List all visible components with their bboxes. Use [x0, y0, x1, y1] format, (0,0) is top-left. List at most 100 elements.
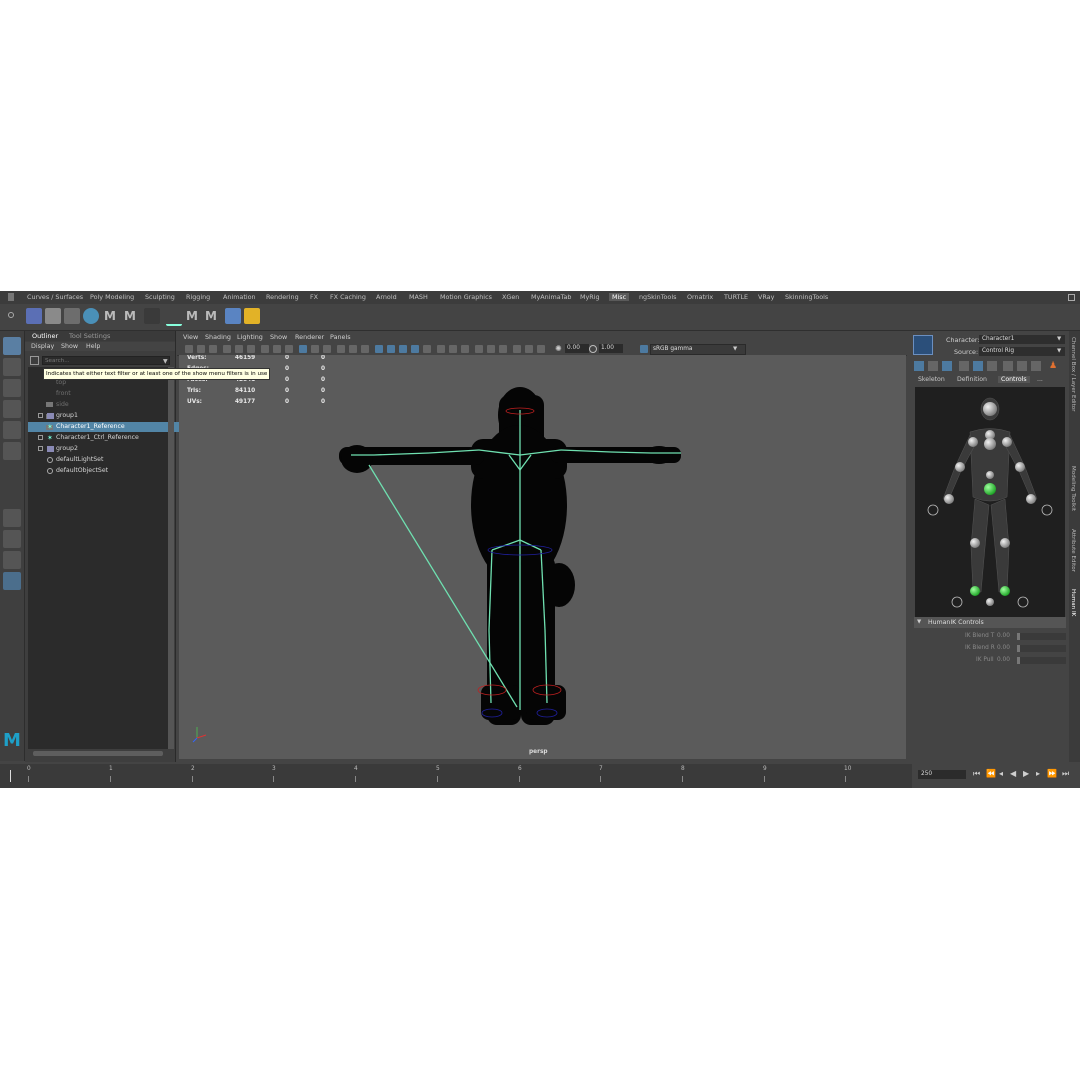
resolution-gate-icon[interactable] — [285, 345, 293, 353]
stereo-icon[interactable] — [487, 345, 495, 353]
lock-tool-icon[interactable] — [244, 308, 260, 324]
mirror-icon[interactable] — [1031, 361, 1041, 371]
shelf-tab-myanimatab[interactable]: MyAnimaTab — [531, 293, 571, 301]
ik-pull-value[interactable]: 0.00 — [997, 657, 1010, 663]
film-gate-icon[interactable] — [273, 345, 281, 353]
shelf-tab-fx-caching[interactable]: FX Caching — [330, 293, 366, 301]
mel-script-icon[interactable]: M — [104, 308, 120, 324]
shelf-tab-arnold[interactable]: Arnold — [376, 293, 397, 301]
select-tool-icon[interactable] — [3, 337, 21, 355]
character-select[interactable]: Character1 — [979, 335, 1065, 344]
shelf-gear-icon[interactable] — [8, 312, 14, 318]
expand-icon[interactable] — [38, 446, 43, 451]
ambient-occlusion-icon[interactable] — [411, 345, 419, 353]
gray-box-icon[interactable] — [45, 308, 61, 324]
textured-icon[interactable] — [375, 345, 383, 353]
select-camera-icon[interactable] — [475, 345, 483, 353]
outliner-layout-icon[interactable] — [3, 572, 21, 590]
single-layout-icon[interactable] — [3, 509, 21, 527]
gamma-field[interactable]: 1.00 — [599, 344, 623, 353]
two-d-pan-icon[interactable] — [235, 345, 243, 353]
four-view-layout-icon[interactable] — [3, 530, 21, 548]
menu-display[interactable]: Display — [31, 343, 54, 350]
shelf-settings-icon[interactable] — [1068, 294, 1075, 301]
shelf-tab-motion-graphics[interactable]: Motion Graphics — [440, 293, 492, 301]
lasso-tool-icon[interactable] — [3, 358, 21, 376]
side-tab-channel-box[interactable]: Channel Box / Layer Editor — [1070, 337, 1076, 412]
tab-more[interactable]: ... — [1037, 376, 1043, 383]
expand-icon[interactable] — [38, 435, 43, 440]
step-back-frame-icon[interactable]: ◂ — [999, 769, 1003, 778]
xray-joints-icon[interactable] — [349, 345, 357, 353]
shelf-tab-fx[interactable]: FX — [310, 293, 318, 301]
frame-all-icon[interactable] — [513, 345, 521, 353]
chevron-down-icon[interactable]: ▼ — [1057, 336, 1061, 342]
rotate-tool-icon[interactable] — [3, 421, 21, 439]
shelf-tab-ornatrix[interactable]: Ornatrix — [687, 293, 713, 301]
frame-selected-icon[interactable] — [525, 345, 533, 353]
shelf-tab-misc[interactable]: Misc — [609, 293, 630, 301]
menu-help[interactable]: Help — [86, 343, 100, 350]
chevron-down-icon[interactable]: ▼ — [733, 346, 737, 352]
menu-show[interactable]: Show — [270, 333, 287, 341]
menu-view[interactable]: View — [183, 333, 198, 341]
ik-pull-slider[interactable] — [1017, 657, 1066, 664]
smooth-shade-icon[interactable] — [311, 345, 319, 353]
shelf-tab-skinningtools[interactable]: SkinningTools — [785, 293, 828, 301]
pin-rotation-icon[interactable] — [1003, 361, 1013, 371]
pin-translation-icon[interactable] — [1017, 361, 1027, 371]
character-model[interactable] — [179, 355, 906, 759]
ik-blend-r-value[interactable]: 0.00 — [997, 645, 1010, 651]
step-forward-frame-icon[interactable]: ▸ — [1036, 769, 1040, 778]
ik-blend-t-slider[interactable] — [1017, 633, 1066, 640]
humanik-figure-view[interactable] — [915, 387, 1065, 617]
chevron-down-icon[interactable]: ▼ — [1057, 348, 1061, 354]
view-transform-select[interactable]: sRGB gamma — [650, 344, 746, 355]
shelf-tab-myrig[interactable]: MyRig — [580, 293, 600, 301]
body-part-icon[interactable] — [959, 361, 969, 371]
step-back-key-icon[interactable]: ⏪ — [986, 769, 996, 778]
menu-show[interactable]: Show — [61, 343, 78, 350]
menu-renderer[interactable]: Renderer — [295, 333, 324, 341]
shelf-tab-rendering[interactable]: Rendering — [266, 293, 299, 301]
wireframe-icon[interactable] — [299, 345, 307, 353]
isolate-select-icon[interactable] — [499, 345, 507, 353]
tab-outliner[interactable]: Outliner — [32, 332, 58, 340]
menu-shading[interactable]: Shading — [205, 333, 231, 341]
shelf-tab-sculpting[interactable]: Sculpting — [145, 293, 175, 301]
bookmark-icon[interactable] — [209, 345, 217, 353]
xray-icon[interactable] — [337, 345, 345, 353]
default-material-icon[interactable] — [323, 345, 331, 353]
color-management-icon[interactable] — [640, 345, 648, 353]
paint-select-icon[interactable] — [3, 379, 21, 397]
curve-tool-icon[interactable] — [166, 308, 182, 326]
shelf-tab-vray[interactable]: VRay — [758, 293, 774, 301]
motion-blur-icon[interactable] — [423, 345, 431, 353]
side-tab-human-ik[interactable]: Human IK — [1070, 589, 1076, 616]
pin-icon[interactable] — [987, 361, 997, 371]
go-to-end-icon[interactable]: ⏭ — [1062, 769, 1069, 779]
tab-definition[interactable]: Definition — [957, 376, 987, 383]
scale-tool-icon[interactable] — [3, 442, 21, 460]
grid-tool-icon[interactable] — [225, 308, 241, 324]
shelf-grip-icon[interactable] — [8, 293, 14, 301]
pan-zoom-icon[interactable] — [537, 345, 545, 353]
ik-blend-r-slider[interactable] — [1017, 645, 1066, 652]
shelf-tab-ngskintools[interactable]: ngSkinTools — [639, 293, 676, 301]
current-time-indicator[interactable] — [10, 770, 11, 782]
outliner-hscrollbar[interactable] — [33, 751, 163, 756]
side-tab-attribute-editor[interactable]: Attribute Editor — [1070, 529, 1076, 572]
move-tool-icon[interactable] — [3, 400, 21, 418]
outliner-scrollbar[interactable] — [168, 367, 174, 749]
tab-controls[interactable]: Controls — [998, 376, 1030, 383]
perspective-viewport[interactable]: Verts: Edges: Faces: Tris: UVs: 46159 42… — [179, 355, 906, 759]
paint-effects-icon[interactable] — [26, 308, 42, 324]
grease-pencil-icon[interactable] — [247, 345, 255, 353]
step-forward-key-icon[interactable]: ⏩ — [1047, 769, 1057, 778]
ik-blend-t-value[interactable]: 0.00 — [997, 633, 1010, 639]
play-forward-icon[interactable]: ▶ — [1023, 769, 1029, 778]
shadows-icon[interactable] — [399, 345, 407, 353]
shelf-tab-poly-modeling[interactable]: Poly Modeling — [90, 293, 134, 301]
lights-icon[interactable] — [387, 345, 395, 353]
shelf-tab-xgen[interactable]: XGen — [502, 293, 519, 301]
